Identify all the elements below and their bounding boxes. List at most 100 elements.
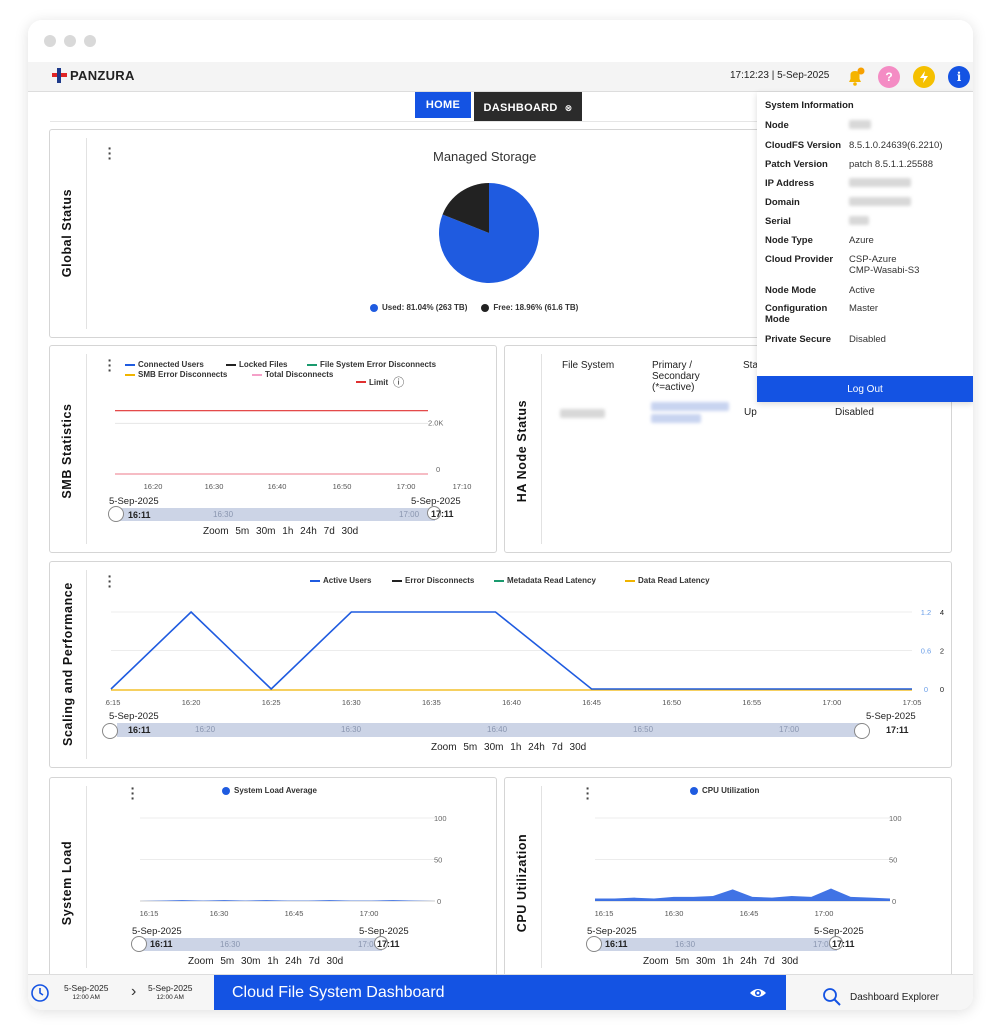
cpu-range-slider[interactable]: 16:30 17:00 [595, 938, 837, 951]
zoom-5m[interactable]: 5m [235, 526, 249, 537]
zoom-30d[interactable]: 30d [342, 526, 359, 537]
zoom-5m[interactable]: 5m [220, 956, 234, 967]
zoom-24h[interactable]: 24h [285, 956, 302, 967]
zoom-30d[interactable]: 30d [327, 956, 344, 967]
dashboard-tab[interactable]: DASHBOARD ⊗ [474, 92, 582, 122]
footer-bar: 5-Sep-2025 12:00 AM › 5-Sep-2025 12:00 AM … [28, 974, 973, 1010]
zoom-7d[interactable]: 7d [324, 526, 335, 537]
smb-statistics-title: SMB Statistics [60, 403, 74, 499]
global-status-menu-icon[interactable]: · · · [107, 141, 113, 165]
zoom-7d[interactable]: 7d [552, 742, 563, 753]
cpu-x-tick: 16:30 [665, 909, 684, 918]
scaling-range-slider[interactable]: 16:20 16:30 16:40 16:50 17:00 [117, 723, 862, 737]
smb-legend-connected-users[interactable]: Connected Users [125, 360, 204, 369]
zoom-7d[interactable]: 7d [764, 956, 775, 967]
smb-range-slider[interactable]: 16:30 17:00 [117, 508, 435, 521]
cpu-menu-icon[interactable]: · · · [585, 781, 591, 805]
logout-button[interactable]: Log Out [757, 376, 973, 402]
smb-legend-fs-error-disconnects[interactable]: File System Error Disconnects [307, 360, 436, 369]
scaling-range-start-handle[interactable] [102, 723, 118, 739]
scaling-x-tick: 16:55 [742, 698, 761, 707]
sysinfo-key: CloudFS Version [765, 140, 842, 151]
footer-end-date[interactable]: 5-Sep-2025 12:00 AM [148, 983, 192, 1003]
zoom-7d[interactable]: 7d [309, 956, 320, 967]
zoom-1h[interactable]: 1h [722, 956, 733, 967]
smb-x-tick: 16:30 [205, 482, 224, 491]
help-icon[interactable]: ? [878, 66, 900, 88]
home-button[interactable]: HOME [415, 92, 471, 118]
scaling-range-end-time: 17:11 [886, 725, 909, 735]
dashboard-tab-label: DASHBOARD [483, 102, 558, 114]
eye-icon[interactable] [749, 986, 767, 1000]
scaling-range-end-handle[interactable] [854, 723, 870, 739]
zoom-30d[interactable]: 30d [570, 742, 587, 753]
dashboard-name-bar[interactable]: Cloud File System Dashboard [214, 975, 786, 1010]
ha-status-value: Up [744, 407, 757, 418]
panel-divider [86, 354, 87, 544]
sysinfo-value [849, 197, 911, 209]
info-icon[interactable]: i [948, 66, 970, 88]
panel-divider [86, 570, 87, 759]
zoom-5m[interactable]: 5m [463, 742, 477, 753]
system-load-area-chart: 100 50 0 16:15 16:30 16:45 17:00 [140, 814, 447, 918]
zoom-24h[interactable]: 24h [528, 742, 545, 753]
zoom-label: Zoom [431, 742, 457, 753]
cpu-range-end-date: 5-Sep-2025 [814, 926, 864, 937]
scaling-x-tick: 17:05 [903, 698, 922, 707]
cpu-range-start-handle[interactable] [586, 936, 602, 952]
sysinfo-key: Node [765, 120, 789, 131]
smb-legend-locked-files[interactable]: Locked Files [226, 360, 287, 369]
zoom-1h[interactable]: 1h [282, 526, 293, 537]
zoom-1h[interactable]: 1h [510, 742, 521, 753]
panel-divider [541, 786, 542, 968]
smb-range-start-handle[interactable] [108, 506, 124, 522]
zoom-5m[interactable]: 5m [675, 956, 689, 967]
zoom-30m[interactable]: 30m [241, 956, 260, 967]
scaling-performance-title: Scaling and Performance [61, 582, 75, 746]
zoom-30m[interactable]: 30m [256, 526, 275, 537]
dashboard-close-icon[interactable]: ⊗ [565, 103, 573, 114]
sysload-range-start-handle[interactable] [131, 936, 147, 952]
zoom-1h[interactable]: 1h [267, 956, 278, 967]
sysinfo-row: Node Type Azure [765, 235, 874, 246]
cpu-area [595, 888, 890, 901]
sysload-y-tick: 50 [434, 856, 442, 865]
sysinfo-key: Node Mode [765, 285, 817, 296]
zoom-30m[interactable]: 30m [696, 956, 715, 967]
clock-icon[interactable] [30, 983, 50, 1008]
panzura-logo-icon [52, 68, 67, 83]
refresh-icon[interactable] [913, 66, 935, 88]
zoom-30d[interactable]: 30d [782, 956, 799, 967]
sysload-zoom-controls: Zoom 5m 30m 1h 24h 7d 30d [188, 956, 347, 967]
ha-filesystem-redacted [560, 409, 605, 418]
sysload-range-end-date: 5-Sep-2025 [359, 926, 409, 937]
scaling-y-tick: 0.6 [921, 647, 931, 656]
sysinfo-row: Node Mode Active [765, 285, 875, 296]
zoom-24h[interactable]: 24h [740, 956, 757, 967]
cpu-y-tick: 0 [892, 897, 896, 906]
cpu-legend[interactable]: CPU Utilization [690, 786, 759, 795]
title-bar [28, 20, 973, 62]
sysload-range-slider[interactable]: 16:30 17:00 [140, 938, 382, 951]
smb-legend-smb-error-disconnects[interactable]: SMB Error Disconnects [125, 370, 227, 379]
zoom-24h[interactable]: 24h [300, 526, 317, 537]
scaling-x-tick: 16:15 [105, 698, 120, 707]
ha-extra-value: Disabled [835, 407, 874, 418]
dashboard-explorer-button[interactable]: Dashboard Explorer [822, 987, 939, 1007]
system-load-menu-icon[interactable]: · · · [130, 781, 136, 805]
sysinfo-row: Serial [765, 216, 869, 228]
footer-start-date[interactable]: 5-Sep-2025 12:00 AM [64, 983, 108, 1003]
system-load-legend[interactable]: System Load Average [222, 786, 317, 795]
smb-legend-total-disconnects[interactable]: Total Disconnects [252, 370, 333, 379]
smb-range-start-time: 16:11 [128, 510, 151, 520]
zoom-30m[interactable]: 30m [484, 742, 503, 753]
sysinfo-key: Cloud Provider [765, 254, 834, 265]
scaling-y-tick: 0 [924, 685, 928, 694]
scaling-range-tick: 16:40 [487, 725, 508, 734]
panzura-logo[interactable]: PANZURA [52, 68, 135, 83]
smb-menu-icon[interactable]: · · · [107, 353, 113, 377]
notification-bell-icon[interactable] [844, 66, 866, 88]
sysinfo-row: Node [765, 120, 871, 132]
managed-storage-pie [439, 183, 539, 283]
smb-x-tick: 17:10 [453, 482, 472, 491]
